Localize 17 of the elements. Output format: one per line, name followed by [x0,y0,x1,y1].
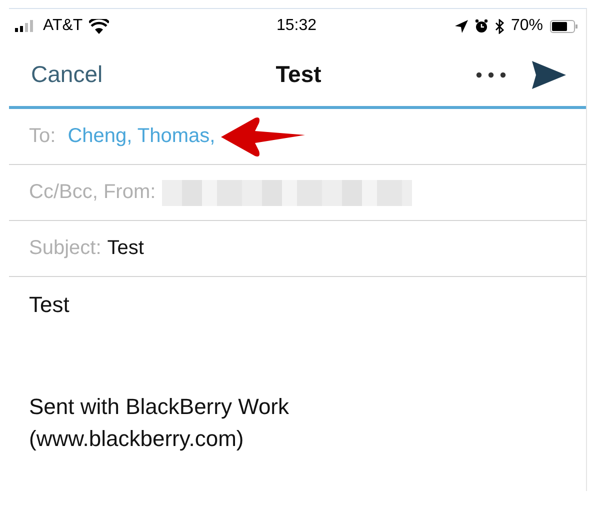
battery-icon [550,20,578,32]
field-label: Subject: [29,237,102,260]
message-body[interactable]: Test Sent with BlackBerry Work (www.blackberry.com) [9,277,586,467]
message-title: Test [276,61,322,88]
send-icon[interactable] [532,60,566,88]
field-label: To: [29,125,56,148]
alarm-clock-icon [474,19,488,33]
more-icon[interactable] [476,72,506,78]
bluetooth-icon [494,18,504,34]
wifi-icon [88,18,109,34]
battery-percent: 70% [510,17,543,35]
clock-time: 15:32 [276,17,317,35]
location-icon [454,20,468,32]
carrier-name: AT&T [43,17,83,35]
subject-field[interactable]: Test [107,237,144,260]
cancel-button[interactable]: Cancel [31,61,181,88]
field-label: Cc/Bcc, From: [29,181,156,204]
